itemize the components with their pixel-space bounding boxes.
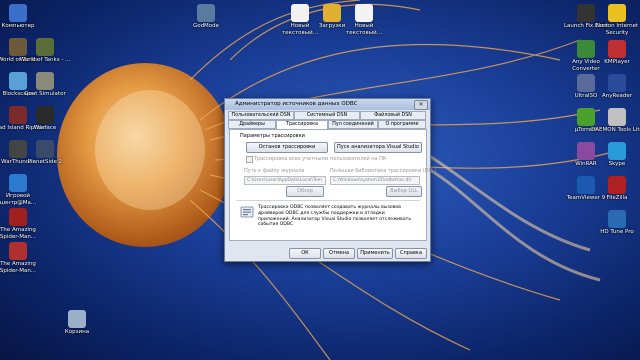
start-vs-analyzer-button[interactable]: Пуск анализатора Visual Studio — [334, 142, 422, 153]
shortcut-label: Корзина — [64, 329, 90, 335]
tab-about[interactable]: О программе — [378, 120, 426, 129]
shortcut-label: The Amazing Spider-Man... — [0, 227, 37, 240]
desktop-left-app-icon — [36, 38, 54, 56]
dll-label: Польшая библиотека трассировки (DLL) — [330, 168, 437, 174]
desktop-top-shortcut[interactable]: GodMode — [178, 4, 234, 30]
shortcut-label: Компьютер — [1, 23, 35, 29]
desktop-background: Компьютер World of Tanks World of Tanks - … — [0, 0, 640, 360]
browse-log-button[interactable]: Обзор — [286, 186, 324, 197]
desktop-top-app-icon — [197, 4, 215, 22]
select-dll-button[interactable]: Выбор DLL — [386, 186, 422, 197]
desktop-left-app-icon — [9, 208, 27, 226]
tab-user-dsn[interactable]: Пользовательский DSN — [228, 111, 294, 120]
desktop-left-app-icon — [9, 4, 27, 22]
desktop-left-shortcut[interactable]: Компьютер — [0, 4, 46, 30]
help-button[interactable]: Справка — [395, 248, 427, 259]
desktop-left-shortcut[interactable]: The Amazing Spider-Man... — [0, 208, 46, 240]
desktop-top-shortcut[interactable]: Новый текстовый... — [336, 4, 392, 36]
tab-file-dsn[interactable]: Файловый DSN — [360, 111, 426, 120]
shortcut-label: Новый текстовый... — [346, 23, 382, 36]
desktop-right-app-icon — [608, 40, 626, 58]
shortcut-label: DAEMON Tools Lite — [591, 127, 640, 133]
desktop-left-app-icon — [9, 174, 27, 192]
trace-all-checkbox[interactable] — [246, 156, 253, 163]
shortcut-label: Skype — [608, 161, 626, 167]
desktop-right-shortcut[interactable]: KMPlayer — [589, 40, 640, 66]
shortcut-label: PlanetSide 2 — [27, 159, 63, 165]
desktop-left-app-icon — [36, 140, 54, 158]
desktop-right-app-icon — [608, 176, 626, 194]
desktop-right-app-icon — [608, 108, 626, 126]
desktop-right-app-icon — [608, 142, 626, 160]
desktop-left-app-icon — [68, 310, 86, 328]
shortcut-label: Warface — [33, 125, 57, 131]
shortcut-label: The Amazing Spider-Man... — [0, 261, 37, 274]
log-path-field[interactable]: C:\Users\user\AppData\Local\Tem — [244, 176, 326, 185]
desktop-left-shortcut[interactable]: Warface — [17, 106, 73, 132]
desktop-right-app-icon — [608, 4, 626, 22]
desktop-right-shortcut[interactable]: Skype — [589, 142, 640, 168]
desktop-left-shortcut[interactable]: Корзина — [49, 310, 105, 336]
tab-bar: Пользовательский DSN Системный DSN Файло… — [228, 111, 427, 130]
shortcut-label: Игровой центр@Ma... — [0, 193, 37, 206]
desktop-left-shortcut[interactable]: Goat Simulator — [17, 72, 73, 98]
stop-tracing-button[interactable]: Останов трассировки — [246, 142, 328, 153]
desktop-left-app-icon — [9, 242, 27, 260]
tab-connection-pooling[interactable]: Пул соединений — [328, 120, 378, 129]
desktop-left-shortcut[interactable]: Игровой центр@Ma... — [0, 174, 46, 206]
shortcut-label: AnyReader — [602, 93, 632, 99]
shortcut-label: HD Tune Pro — [600, 229, 634, 235]
info-icon — [240, 206, 254, 218]
close-button[interactable]: ✕ — [414, 100, 428, 110]
shortcut-label: World of Tanks - ... — [19, 57, 71, 63]
shortcut-label: Norton Internet Security — [595, 23, 639, 36]
desktop-left-shortcut[interactable]: PlanetSide 2 — [17, 140, 73, 166]
desktop-left-shortcut[interactable]: World of Tanks - ... — [17, 38, 73, 64]
shortcut-label: FileZilla — [606, 195, 628, 201]
divider — [236, 200, 420, 201]
odbc-dialog: Администратор источников данных ODBC ✕ П… — [224, 98, 436, 262]
dialog-title: Администратор источников данных ODBC — [235, 101, 358, 107]
desktop-left-shortcut[interactable]: The Amazing Spider-Man... — [0, 242, 46, 274]
desktop-right-shortcut[interactable]: Norton Internet Security — [589, 4, 640, 36]
ok-button[interactable]: ОК — [289, 248, 321, 259]
tracing-pane: Параметры трассировки Останов трассировк… — [229, 129, 436, 241]
apply-button[interactable]: Применить — [357, 248, 393, 259]
desktop-right-app-icon — [608, 210, 626, 228]
shortcut-label: GodMode — [192, 23, 220, 29]
desktop-right-shortcut[interactable]: DAEMON Tools Lite — [589, 108, 640, 134]
shortcut-label: Goat Simulator — [24, 91, 66, 97]
desktop-left-app-icon — [36, 72, 54, 90]
dll-path-field[interactable]: C:\Windows\system32\odbctrac.dll — [330, 176, 420, 185]
log-path-label: Путь к файлу журнала — [244, 168, 305, 174]
dialog-titlebar[interactable]: Администратор источников данных ODBC ✕ — [225, 99, 430, 110]
desktop-right-app-icon — [608, 74, 626, 92]
trace-all-label: Трассировка всех учетными пользователей … — [254, 156, 387, 162]
cancel-button[interactable]: Отмена — [323, 248, 355, 259]
desktop-right-shortcut[interactable]: AnyReader — [589, 74, 640, 100]
desktop-right-shortcut[interactable]: HD Tune Pro — [589, 210, 640, 236]
shortcut-label: KMPlayer — [604, 59, 630, 65]
tab-system-dsn[interactable]: Системный DSN — [294, 111, 360, 120]
tab-drivers[interactable]: Драйверы — [228, 120, 276, 129]
info-text: Трассировка ODBC позволяет создавать жур… — [258, 205, 412, 228]
desktop-top-app-icon — [355, 4, 373, 22]
desktop-right-shortcut[interactable]: FileZilla — [589, 176, 640, 202]
desktop-left-app-icon — [36, 106, 54, 124]
group-label: Параметры трассировки — [240, 133, 305, 139]
